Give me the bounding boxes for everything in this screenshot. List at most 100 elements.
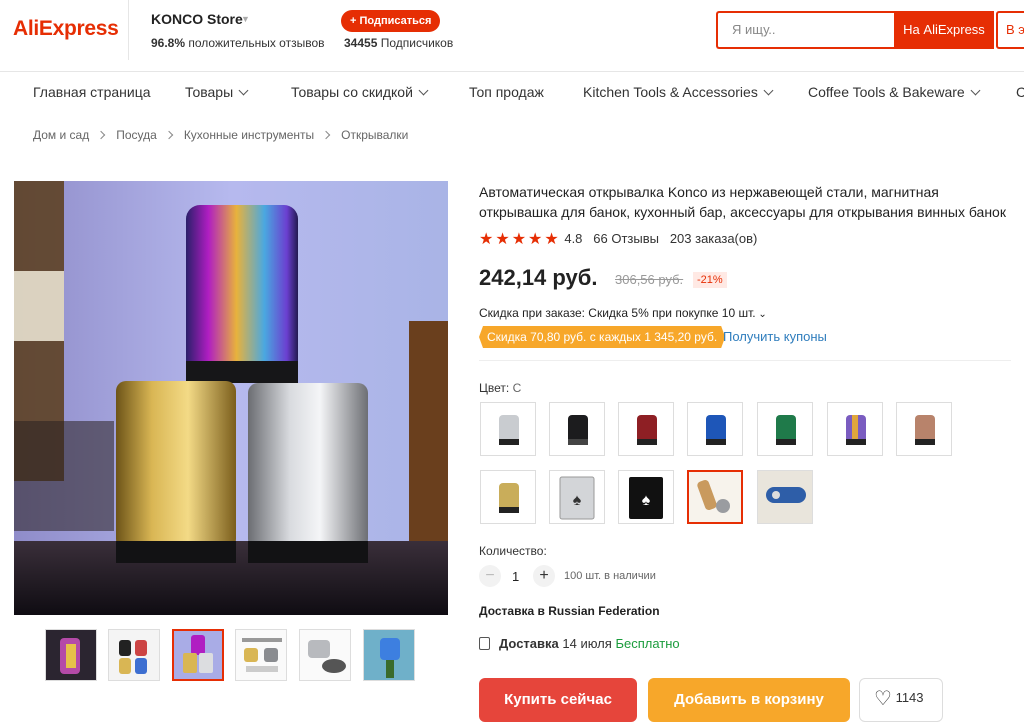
thumbnail-image [364,630,414,680]
followers-label: Подписчиков [380,36,454,50]
svg-text:♠: ♠ [573,492,582,509]
swatch-image [846,415,866,445]
svg-text:♠: ♠ [642,492,651,509]
nav-item-label: С [1016,84,1024,100]
nav-item-label: Kitchen Tools & Accessories [583,84,758,100]
top-bar: AliExpress KONCO Store ▼ 96.8% положител… [0,0,1024,72]
nav-item-top-sales[interactable]: Топ продаж [469,84,544,100]
nav-item-kitchen-tools[interactable]: Kitchen Tools & Accessories [583,84,774,100]
search-store-button[interactable]: В э [996,11,1024,49]
positive-percent: 96.8% [151,36,186,50]
color-value: C [512,381,522,395]
color-swatch-blue[interactable] [687,402,743,456]
reviews-link[interactable]: 66 Отзывы [593,231,659,246]
chevron-down-icon [970,85,981,96]
nav-item-discounted[interactable]: Товары со скидкой [291,84,429,100]
nav-item-label: Топ продаж [469,84,544,100]
wishlist-count: 1143 [895,690,924,705]
nav-item-more[interactable]: С [1016,84,1024,100]
thumbnail-3[interactable] [172,629,224,681]
chevron-right-icon [96,130,106,140]
quantity-label: Количество: [479,544,547,558]
caret-down-icon[interactable]: ▼ [241,14,250,24]
swatch-image [637,415,657,445]
old-price: 306,56 руб. [615,272,684,287]
store-name[interactable]: KONCO Store [151,11,243,27]
bulk-discount[interactable]: Скидка при заказе: Скидка 5% при покупке… [479,306,767,320]
thumbnail-1[interactable] [45,629,97,681]
coupon-badge: Скидка 70,80 руб. с каждых 1 345,20 руб. [479,326,725,348]
thumbnail-image [46,630,96,680]
color-swatch-gold[interactable] [480,470,536,524]
thumbnail-6[interactable] [363,629,415,681]
delivery-info: Доставка 14 июля Бесплатно [479,636,680,651]
ship-to[interactable]: Доставка в Russian Federation [479,604,660,618]
rating-stars-icon: ★★★★★ [479,231,561,248]
swatch-image [499,415,519,445]
buy-now-button[interactable]: Купить сейчас [479,678,637,722]
delivery-label: Доставка [499,636,559,651]
quantity-minus-button[interactable]: − [479,565,501,587]
color-swatch-green[interactable] [757,402,813,456]
store-rating: 96.8% положительных отзывов [151,36,325,50]
color-swatch-silver[interactable] [480,402,536,456]
thumbnail-image [174,631,222,679]
color-swatch-rainbow[interactable] [827,402,883,456]
followers-count: 34455 [344,36,378,50]
color-label-text: Цвет: [479,381,510,395]
positive-label: положительных отзывов [188,36,325,50]
chevron-down-icon [763,85,774,96]
breadcrumb-item[interactable]: Посуда [116,128,157,142]
subscribe-button[interactable]: + Подписаться [341,10,441,32]
breadcrumb-item[interactable]: Открывалки [341,128,408,142]
current-price: 242,14 руб. [479,265,598,290]
search-aliexpress-button[interactable]: На AliExpress [894,11,994,49]
chevron-down-icon [238,85,249,96]
quantity-value[interactable]: 1 [512,569,519,584]
swatch-image [689,472,741,522]
divider [128,0,129,60]
breadcrumb-item[interactable]: Дом и сад [33,128,89,142]
stock-info: 100 шт. в наличии [564,570,656,582]
wishlist-button[interactable]: ♡ 1143 [859,678,943,722]
nav-item-label: Товары со скидкой [291,84,413,100]
chevron-right-icon [321,130,331,140]
nav-item-label: Товары [185,84,234,100]
color-swatch-opener[interactable] [757,470,813,524]
thumbnail-2[interactable] [108,629,160,681]
nav-item-label: Главная страница [33,84,151,100]
quantity-plus-button[interactable]: + [533,565,555,587]
rating-row: ★★★★★ 4.8 66 Отзывы 203 заказа(ов) [479,229,758,248]
product-main-image[interactable] [14,181,448,615]
color-swatch-card-silver[interactable]: ♠ [549,470,605,524]
bottle-opener-photo [14,181,448,615]
breadcrumb: Дом и сад Посуда Кухонные инструменты Откры… [33,128,408,142]
thumbnail-image [236,630,286,680]
search-input[interactable]: Я ищу.. [716,11,894,49]
swatch-image [568,415,588,445]
color-swatch-black[interactable] [549,402,605,456]
delivery-price: Бесплатно [615,636,680,651]
thumbnail-5[interactable] [299,629,351,681]
swatch-image [758,471,812,523]
chevron-down-icon [418,85,429,96]
aliexpress-logo[interactable]: AliExpress [13,17,119,41]
color-swatch-rose-gold[interactable] [896,402,952,456]
thumbnail-4[interactable] [235,629,287,681]
color-swatch-wood[interactable] [687,470,743,524]
chevron-right-icon [164,130,174,140]
swatch-image: ♠ [559,476,595,520]
color-swatch-red[interactable] [618,402,674,456]
color-swatch-card-black[interactable]: ♠ [618,470,674,524]
thumbnail-image [109,630,159,680]
nav-item-home[interactable]: Главная страница [33,84,151,100]
breadcrumb-item[interactable]: Кухонные инструменты [184,128,314,142]
swatch-image [499,483,519,513]
add-to-cart-button[interactable]: Добавить в корзину [648,678,850,722]
nav-item-products[interactable]: Товары [185,84,249,100]
swatch-image: ♠ [629,477,663,519]
chevron-down-icon: ⌄ [755,309,767,320]
nav-item-coffee-tools[interactable]: Coffee Tools & Bakeware [808,84,981,100]
get-coupons-link[interactable]: Получить купоны [723,329,827,344]
orders-count: 203 заказа(ов) [669,231,758,246]
